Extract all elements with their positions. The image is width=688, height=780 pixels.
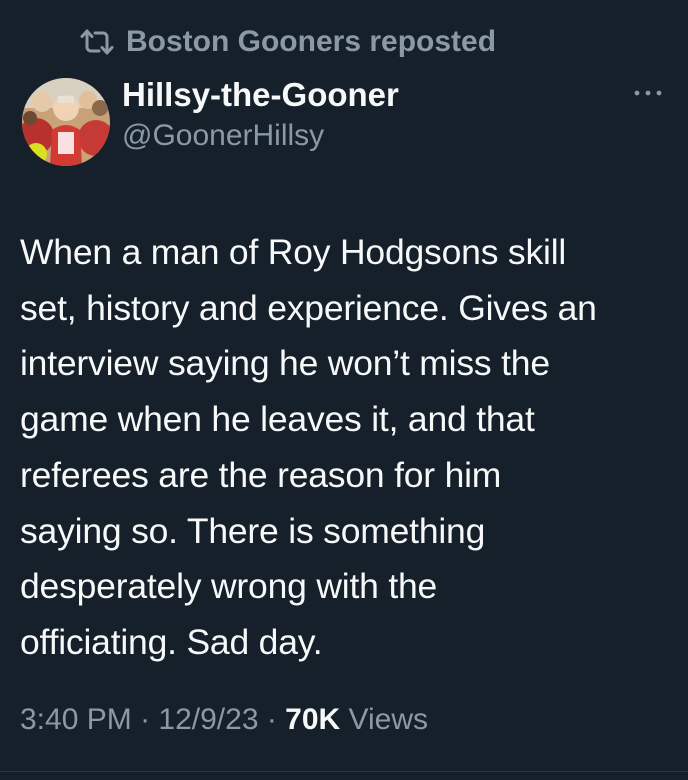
views-count[interactable]: 70K (285, 703, 340, 736)
tweet-text-line: referees are the reason for him (20, 454, 502, 495)
user-handle[interactable]: @GoonerHillsy (122, 116, 399, 156)
views-label[interactable]: Views (340, 703, 429, 736)
repost-text[interactable]: Boston Gooners reposted (126, 25, 496, 59)
tweet-time[interactable]: 3:40 PM (20, 703, 132, 736)
tweet-text-line: game when he leaves it, and that (20, 399, 535, 440)
meta-separator: · (131, 703, 159, 736)
display-name[interactable]: Hillsy-the-Gooner (122, 74, 399, 116)
repost-header[interactable]: Boston Gooners reposted (76, 22, 496, 62)
tweet-text: When a man of Roy Hodgsons skill set, hi… (20, 225, 668, 671)
divider (0, 771, 688, 772)
tweet-date[interactable]: 12/9/23 (158, 703, 258, 736)
avatar[interactable] (22, 78, 110, 166)
meta-separator: · (258, 703, 286, 736)
tweet-text-line: desperately wrong with the (20, 566, 438, 607)
tweet-text-line: saying so. There is something (20, 510, 486, 551)
more-options-button[interactable] (630, 78, 666, 108)
repost-icon (76, 26, 118, 58)
tweet-text-line: set, history and experience. Gives an (20, 287, 597, 328)
tweet-text-line: When a man of Roy Hodgsons skill (20, 232, 567, 272)
more-horizontal-icon (633, 84, 663, 102)
tweet-text-line: interview saying he won’t miss the (20, 343, 550, 384)
author-info: Hillsy-the-Gooner @GoonerHillsy (122, 74, 399, 156)
tweet-text-line: officiating. Sad day. (20, 621, 323, 662)
tweet-meta: 3:40 PM · 12/9/23 · 70K Views (20, 698, 428, 742)
